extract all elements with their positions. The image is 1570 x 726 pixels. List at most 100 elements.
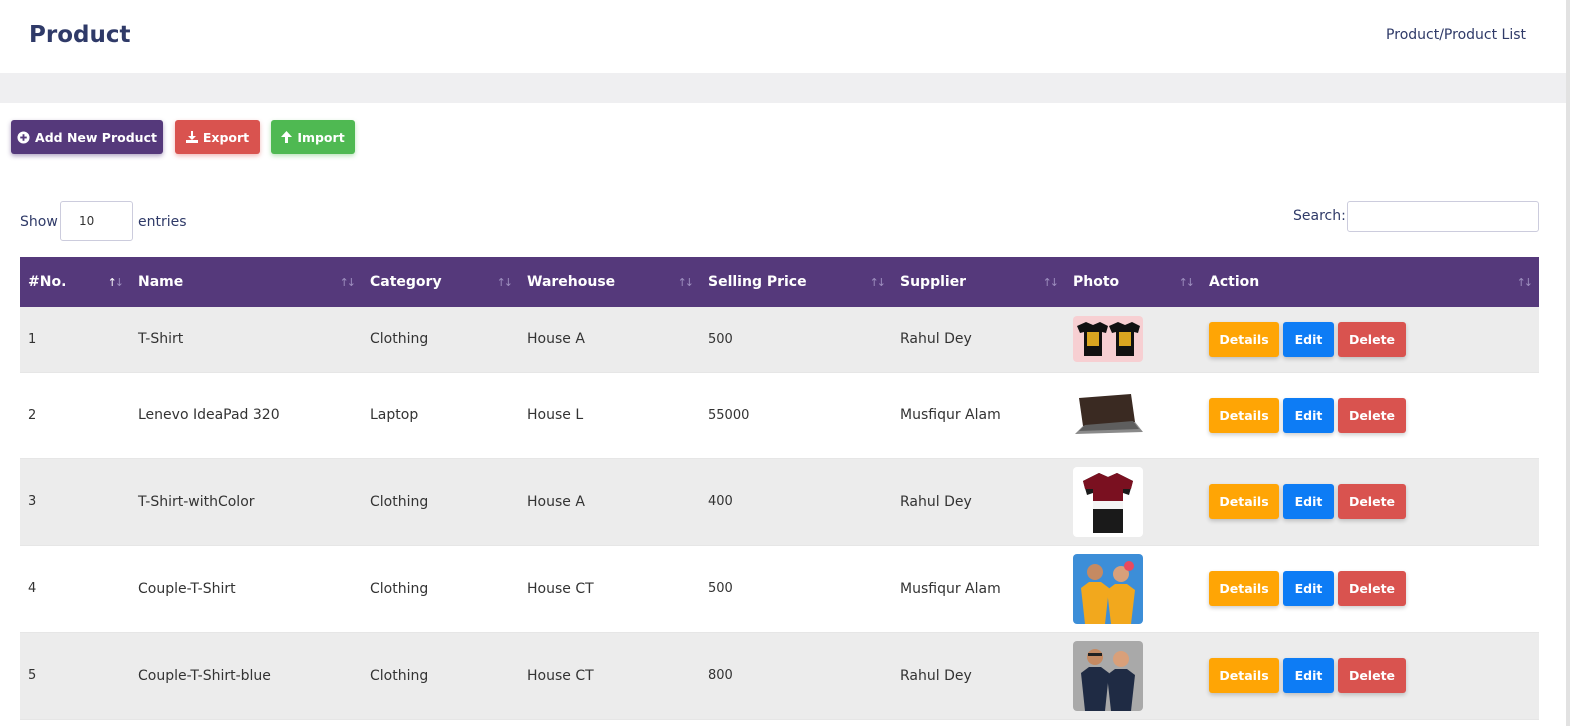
- delete-button[interactable]: Delete: [1338, 321, 1406, 357]
- cell-photo: [1065, 632, 1201, 720]
- cell-no: 5: [20, 632, 130, 720]
- column-header-warehouse[interactable]: Warehouse ↑↓: [519, 257, 700, 307]
- cell-warehouse: House A: [519, 307, 700, 373]
- table-row: 5 Couple-T-Shirt-blue Clothing House CT …: [20, 632, 1539, 720]
- search-input[interactable]: [1347, 201, 1539, 232]
- sort-icon: ↑↓: [496, 276, 514, 289]
- edit-button[interactable]: Edit: [1283, 484, 1334, 519]
- add-new-product-button[interactable]: Add New Product: [11, 120, 163, 154]
- cell-supplier: Rahul Dey: [892, 632, 1065, 720]
- cell-supplier: Rahul Dey: [892, 458, 1065, 546]
- polo-shirt-photo: [1073, 466, 1143, 537]
- cell-photo: [1065, 458, 1201, 546]
- table-row: 1 T-Shirt Clothing House A 500 Rahul Dey: [20, 307, 1539, 373]
- export-label: Export: [202, 129, 250, 145]
- cell-photo: [1065, 307, 1201, 373]
- column-header-selling-price[interactable]: Selling Price ↑↓: [700, 257, 892, 307]
- cell-name: Lenevo IdeaPad 320: [130, 372, 362, 459]
- cell-price: 400: [700, 458, 892, 546]
- show-label: Show: [20, 214, 58, 230]
- sort-icon: ↑↓: [677, 276, 695, 289]
- cell-no: 3: [20, 458, 130, 546]
- import-button[interactable]: Import: [271, 120, 355, 154]
- cell-category: Clothing: [362, 307, 519, 373]
- search-label: Search:: [1293, 208, 1346, 224]
- sort-icon: ↑↓: [1178, 276, 1196, 289]
- edit-button[interactable]: Edit: [1283, 571, 1334, 606]
- cell-supplier: Musfiqur Alam: [892, 545, 1065, 633]
- cell-name: Couple-T-Shirt: [130, 545, 362, 633]
- column-header-photo[interactable]: Photo ↑↓: [1065, 257, 1201, 307]
- cell-actions: Details Edit Delete: [1201, 458, 1539, 546]
- product-list-panel: Add New Product Export Import Show 10 en…: [0, 103, 1566, 726]
- cell-warehouse: House CT: [519, 632, 700, 720]
- edit-button[interactable]: Edit: [1283, 658, 1334, 693]
- cell-price: 500: [700, 307, 892, 373]
- add-new-product-label: Add New Product: [35, 129, 157, 145]
- page-scrollbar[interactable]: [1566, 0, 1570, 726]
- table-header-row: #No. ↑↓ Name ↑↓ Category ↑↓ Warehouse ↑↓ Sel…: [20, 257, 1539, 307]
- cell-actions: Details Edit Delete: [1201, 632, 1539, 720]
- column-header-name[interactable]: Name ↑↓: [130, 257, 362, 307]
- cell-actions: Details Edit Delete: [1201, 545, 1539, 633]
- column-header-action[interactable]: Action ↑↓: [1201, 257, 1539, 307]
- cell-category: Laptop: [362, 372, 519, 459]
- sort-icon: ↑↓: [869, 276, 887, 289]
- delete-button[interactable]: Delete: [1338, 397, 1406, 433]
- details-button[interactable]: Details: [1209, 321, 1279, 357]
- page-title: Product: [29, 22, 131, 48]
- details-button[interactable]: Details: [1209, 571, 1279, 606]
- sort-icon: ↑↓: [1042, 276, 1060, 289]
- download-icon: [185, 131, 198, 143]
- details-button[interactable]: Details: [1209, 397, 1279, 433]
- table-row: 4 Couple-T-Shirt Clothing House CT 500 M…: [20, 545, 1539, 633]
- table-row: 3 T-Shirt-withColor Clothing House A 400…: [20, 458, 1539, 546]
- arrow-up-icon: [281, 131, 293, 143]
- cell-category: Clothing: [362, 458, 519, 546]
- plus-circle-icon: [17, 130, 30, 144]
- details-button[interactable]: Details: [1209, 484, 1279, 519]
- cell-warehouse: House CT: [519, 545, 700, 633]
- sort-icon: ↑↓: [339, 276, 357, 289]
- breadcrumb[interactable]: Product/Product List: [1386, 27, 1526, 43]
- cell-supplier: Rahul Dey: [892, 307, 1065, 373]
- couple-navy-tshirts-photo: [1073, 640, 1143, 711]
- cell-warehouse: House A: [519, 458, 700, 546]
- laptop-photo: [1073, 392, 1143, 438]
- delete-button[interactable]: Delete: [1338, 658, 1406, 693]
- edit-button[interactable]: Edit: [1283, 321, 1334, 357]
- cell-no: 2: [20, 372, 130, 459]
- column-header-supplier[interactable]: Supplier ↑↓: [892, 257, 1065, 307]
- details-button[interactable]: Details: [1209, 658, 1279, 693]
- column-header-no[interactable]: #No. ↑↓: [20, 257, 130, 307]
- cell-name: T-Shirt: [130, 307, 362, 373]
- cell-price: 500: [700, 545, 892, 633]
- delete-button[interactable]: Delete: [1338, 484, 1406, 519]
- page-header: Product Product/Product List: [0, 0, 1566, 73]
- cell-actions: Details Edit Delete: [1201, 372, 1539, 459]
- black-tshirts-photo: [1073, 316, 1143, 363]
- cell-no: 1: [20, 307, 130, 373]
- column-header-category[interactable]: Category ↑↓: [362, 257, 519, 307]
- cell-name: T-Shirt-withColor: [130, 458, 362, 546]
- couple-yellow-tshirts-photo: [1073, 553, 1143, 624]
- edit-button[interactable]: Edit: [1283, 397, 1334, 433]
- product-table: #No. ↑↓ Name ↑↓ Category ↑↓ Warehouse ↑↓ Sel…: [20, 257, 1539, 720]
- cell-photo: [1065, 372, 1201, 459]
- import-label: Import: [297, 129, 345, 145]
- cell-supplier: Musfiqur Alam: [892, 372, 1065, 459]
- sort-icon: ↑↓: [1516, 276, 1534, 289]
- cell-actions: Details Edit Delete: [1201, 307, 1539, 373]
- cell-name: Couple-T-Shirt-blue: [130, 632, 362, 720]
- export-button[interactable]: Export: [175, 120, 260, 154]
- cell-no: 4: [20, 545, 130, 633]
- sort-asc-icon: ↑↓: [107, 276, 125, 289]
- cell-category: Clothing: [362, 545, 519, 633]
- cell-category: Clothing: [362, 632, 519, 720]
- entries-label: entries: [138, 214, 187, 230]
- entries-per-page-select[interactable]: 10: [60, 201, 133, 241]
- cell-price: 800: [700, 632, 892, 720]
- delete-button[interactable]: Delete: [1338, 571, 1406, 606]
- cell-photo: [1065, 545, 1201, 633]
- cell-price: 55000: [700, 372, 892, 459]
